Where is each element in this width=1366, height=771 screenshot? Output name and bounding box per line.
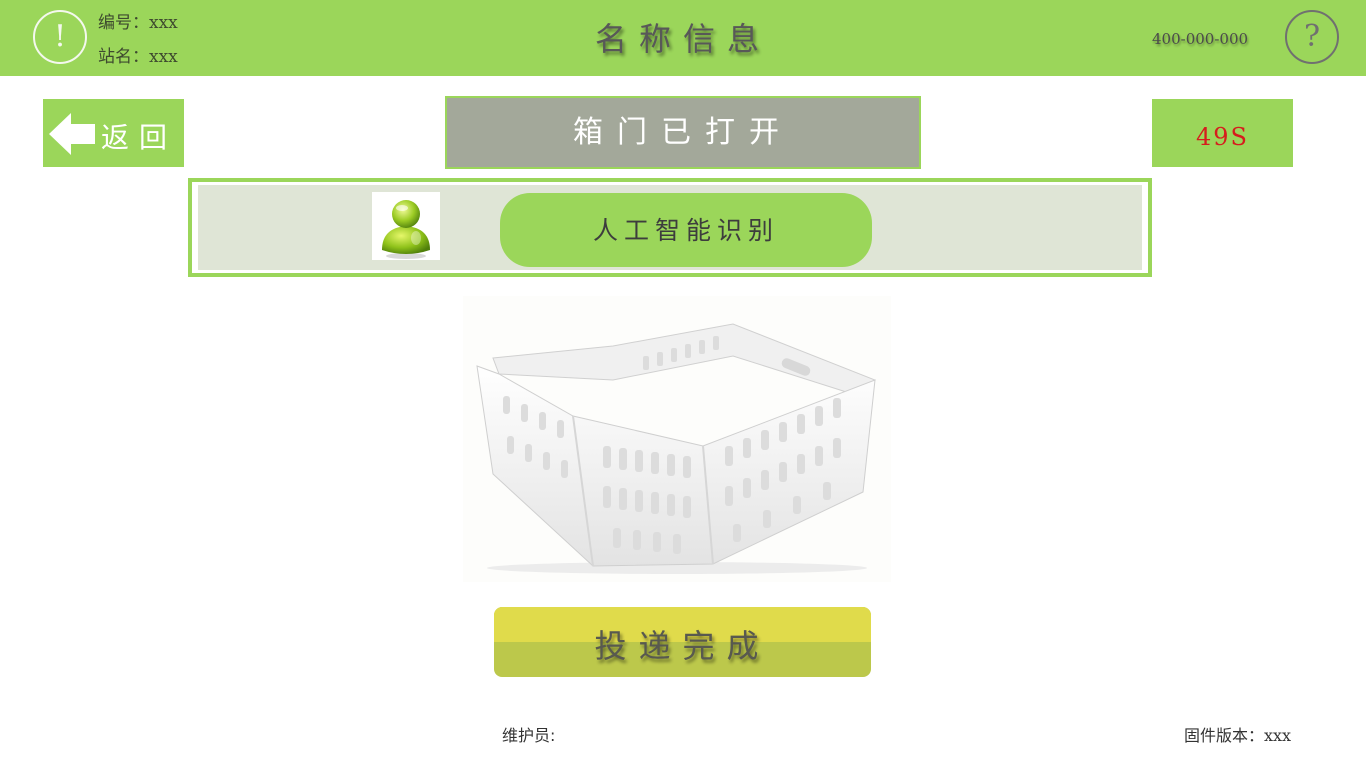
back-button[interactable]: 返回 bbox=[43, 99, 184, 167]
user-avatar-icon bbox=[372, 192, 440, 260]
firmware-version: 固件版本：xxx bbox=[1184, 726, 1292, 745]
ai-panel-background: 人工智能识别 bbox=[198, 185, 1142, 270]
arrow-left-icon bbox=[49, 113, 95, 155]
countdown-timer: 49S bbox=[1152, 99, 1293, 167]
delivery-button-label: 投递完成 bbox=[594, 627, 771, 665]
hotline-number: 400-000-000 bbox=[1152, 30, 1249, 48]
help-icon[interactable]: ? bbox=[1285, 10, 1339, 64]
ai-recognition-button[interactable]: 人工智能识别 bbox=[500, 193, 872, 267]
top-bar: ! 编号：xxx 站名：xxx 名称信息 400-000-000 ? bbox=[0, 0, 1366, 76]
maintainer-label: 维护员: bbox=[502, 726, 556, 745]
delivery-complete-button[interactable]: 投递完成 bbox=[494, 607, 871, 677]
door-status-banner: 箱门已打开 bbox=[445, 96, 921, 169]
ai-recognition-panel: 人工智能识别 bbox=[188, 178, 1152, 277]
back-button-label: 返回 bbox=[101, 121, 178, 154]
crate-image bbox=[463, 296, 891, 582]
